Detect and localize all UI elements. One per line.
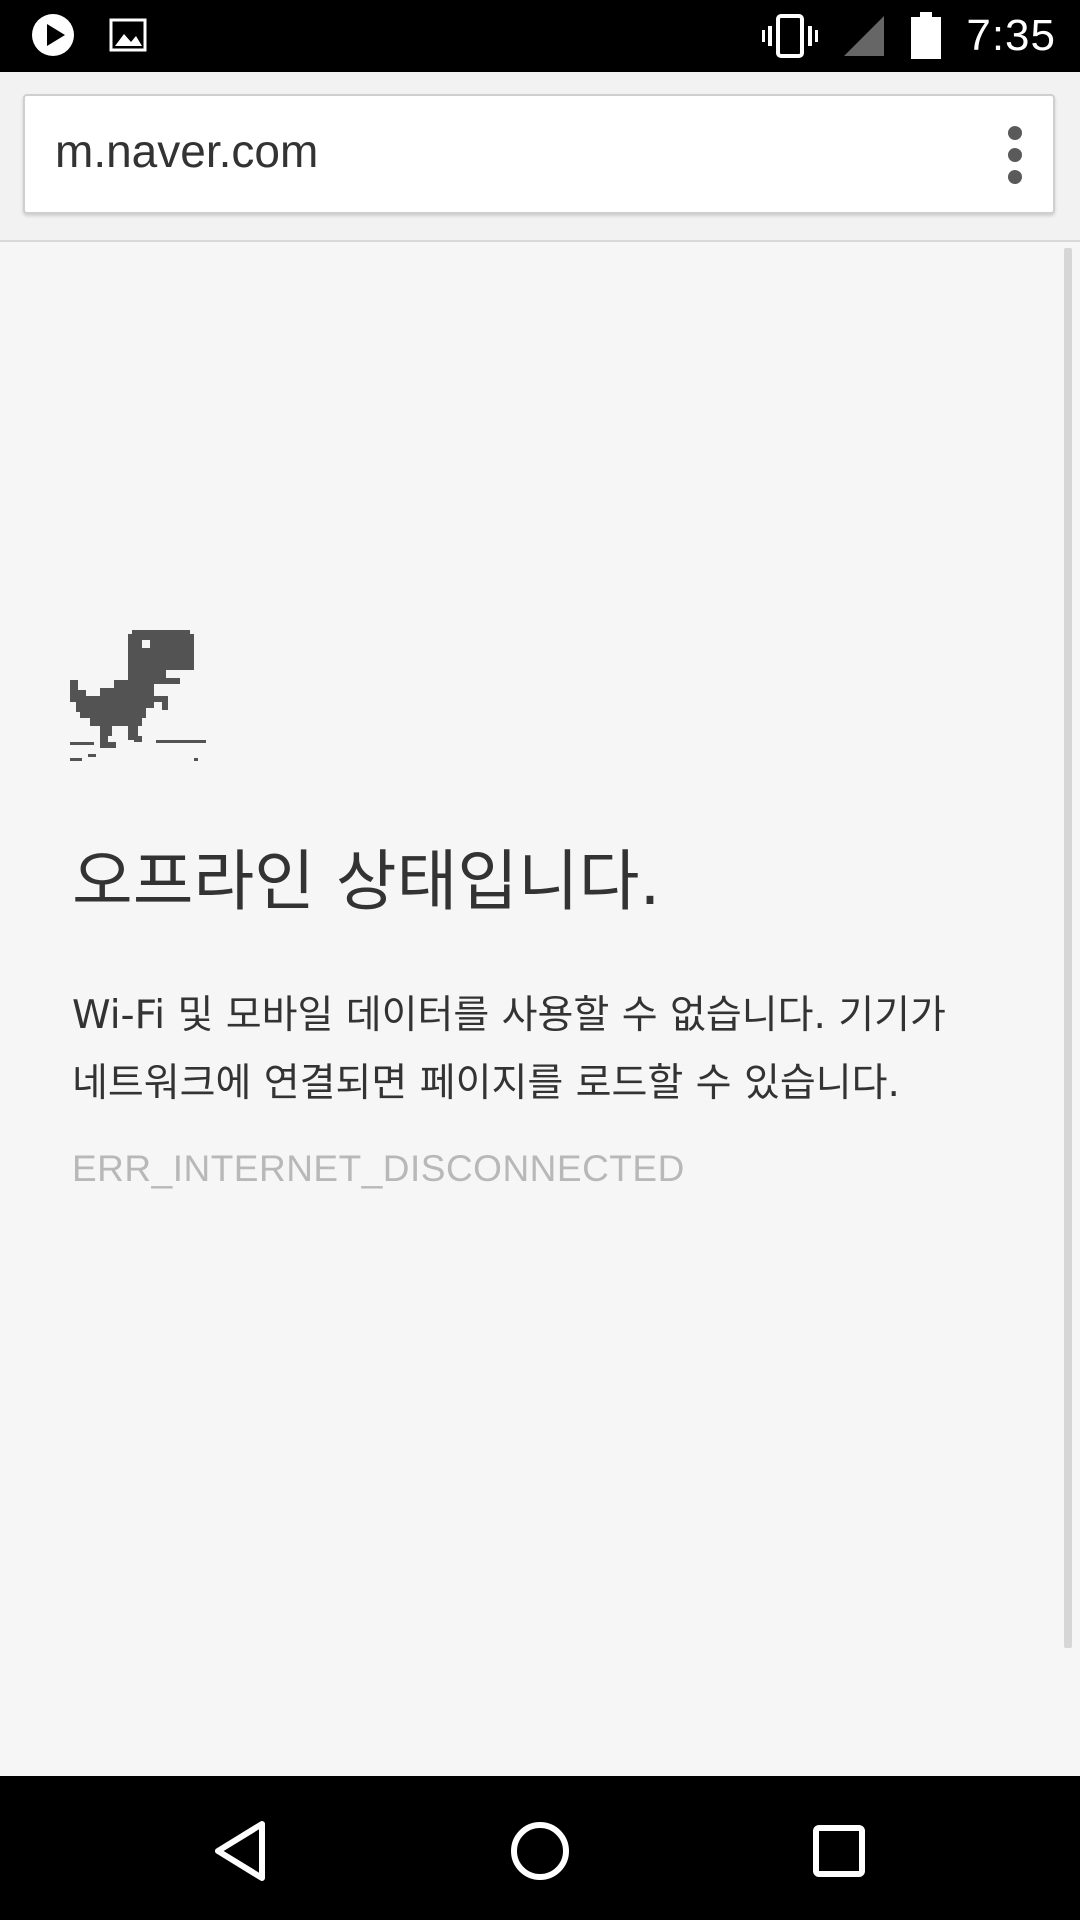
back-icon[interactable] xyxy=(206,1816,276,1886)
navigation-bar xyxy=(0,1776,1080,1920)
scrollbar[interactable] xyxy=(1064,248,1072,1648)
url-text[interactable]: m.naver.com xyxy=(55,124,318,178)
status-bar: 7:35 xyxy=(0,0,1080,72)
signal-icon xyxy=(844,16,885,56)
play-notification-icon xyxy=(32,14,74,56)
notification-icons xyxy=(30,12,148,58)
error-title: 오프라인 상태입니다. xyxy=(72,843,661,920)
system-status-icons: 7:35 xyxy=(762,8,1056,64)
clock: 7:35 xyxy=(966,11,1056,60)
home-icon[interactable] xyxy=(505,1816,575,1886)
error-description: Wi-Fi 및 모바일 데이터를 사용할 수 없습니다. 기기가 네트워크에 연… xyxy=(72,982,1012,1118)
recents-icon[interactable] xyxy=(804,1816,874,1886)
error-description-line: 네트워크에 연결되면 페이지를 로드할 수 있습니다. xyxy=(72,1061,900,1106)
url-bar[interactable]: m.naver.com xyxy=(23,94,1055,214)
offline-dino-icon[interactable] xyxy=(70,630,206,764)
battery-icon xyxy=(911,12,942,59)
error-code: ERR_INTERNET_DISCONNECTED xyxy=(72,1148,685,1189)
image-notification-icon xyxy=(109,18,147,52)
page-content: 오프라인 상태입니다. Wi-Fi 및 모바일 데이터를 사용할 수 없습니다.… xyxy=(0,242,1080,1776)
overflow-menu-icon[interactable] xyxy=(1005,126,1025,186)
error-description-line: Wi-Fi 및 모바일 데이터를 사용할 수 없습니다. 기기가 xyxy=(72,993,946,1038)
vibrate-icon xyxy=(762,14,819,58)
browser-toolbar: m.naver.com xyxy=(0,72,1080,242)
